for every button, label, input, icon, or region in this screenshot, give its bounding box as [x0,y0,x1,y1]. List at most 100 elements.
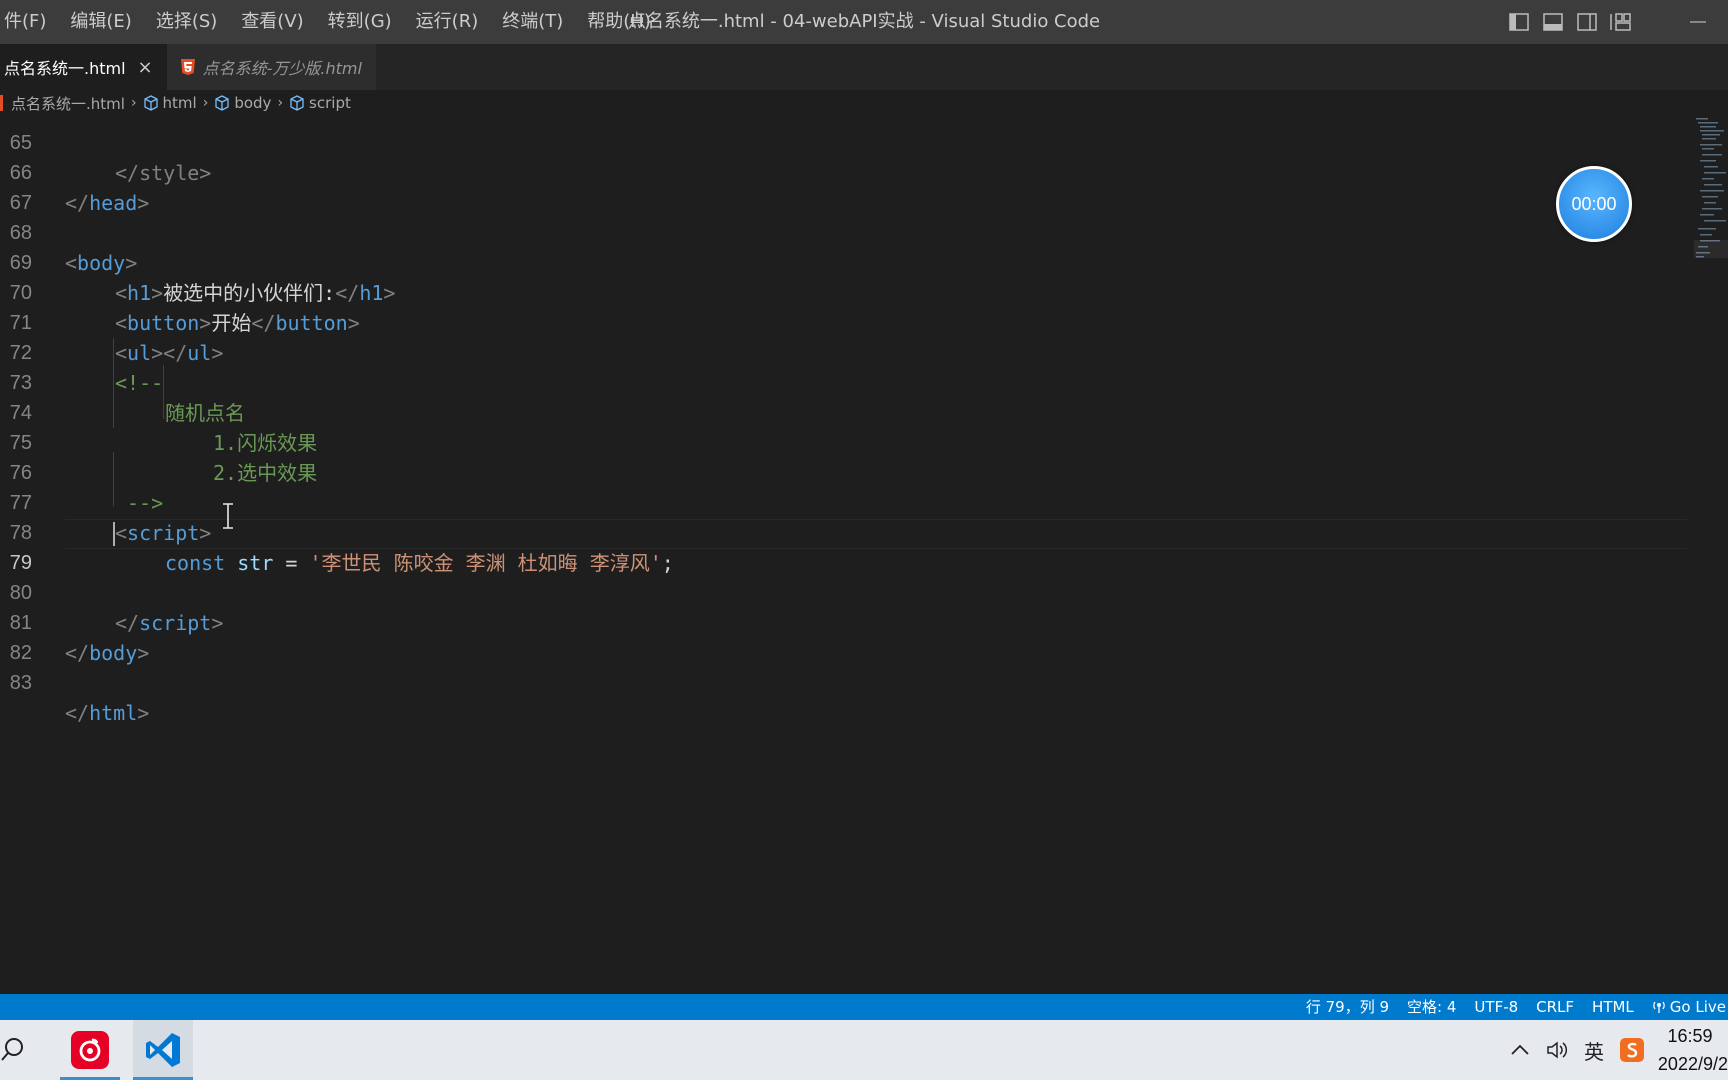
go-live-label: Go Live [1669,998,1726,1016]
comment-text: 2.选中效果 [213,461,318,485]
breadcrumb: 点名系统一.html › html › body › script [0,90,1700,116]
string-literal: '李世民 陈咬金 李渊 杜如晦 李淳风' [309,551,662,575]
recording-timer[interactable]: 00:00 [1556,166,1632,242]
cube-icon [143,95,158,111]
code-line: 69 <h1>被选中的小伙伴们:</h1> [0,218,396,305]
tab-dianming-1[interactable]: 点名系统一.html × [0,44,167,90]
keyword: const [165,551,226,575]
chevron-right-icon: › [277,95,284,111]
operator: = [273,551,310,575]
tag-punct: > [137,191,150,215]
timer-text: 00:00 [1571,193,1617,214]
tab-dianming-wanshao[interactable]: 点名系统-万少版.html [166,44,376,90]
breadcrumb-body[interactable]: body [214,94,271,112]
system-clock[interactable]: 16:59 2022/9/2 [1652,1022,1728,1078]
code-line: 66 </head> [0,128,150,215]
code-line: 73 随机点名 [0,338,245,425]
breadcrumb-html-label: html [162,94,197,112]
tag-name: body [77,251,126,275]
menu-selection[interactable]: 选择(S) [144,0,229,44]
cube-icon [290,95,304,111]
breadcrumb-script-label: script [309,94,351,112]
cursor-position[interactable]: 行 79，列 9 [1297,994,1398,1020]
volume-icon[interactable] [1546,1040,1568,1060]
ibeam-cursor-icon [223,503,233,529]
tag-name: ul [127,341,152,365]
menu-go[interactable]: 转到(G) [316,0,404,44]
code-text: </style> [115,161,212,185]
netease-music-app[interactable] [60,1020,120,1080]
code-line: 80 </script> [0,548,224,635]
minimap[interactable] [1694,116,1728,286]
code-line: 71 <ul></ul> [0,278,224,365]
code-line: 82 [0,608,48,664]
tag-name: script [127,521,200,545]
code-editor[interactable]: 65 </style> 66 </head> 67 68 <body> 69 <… [0,116,1690,994]
go-live-button[interactable]: Go Live [1643,994,1728,1020]
taskbar: 英 16:59 2022/9/2 [0,1020,1728,1080]
code-line: 77 <script> [0,458,212,545]
menu-edit[interactable]: 编辑(E) [58,0,143,44]
tab-bar: 点名系统一.html × 点名系统-万少版.html [0,44,1728,90]
menu-help[interactable]: 帮助(H) [575,0,663,44]
tag-punct: < [65,251,78,275]
toggle-secondary-sidebar-icon[interactable] [1570,0,1604,44]
clock-time: 16:59 [1667,1026,1713,1046]
line-number: 83 [9,672,32,694]
tag-name: h1 [359,281,384,305]
indentation[interactable]: 空格: 4 [1398,994,1465,1020]
sogou-input-icon[interactable] [1620,1038,1644,1062]
semicolon: ; [661,551,674,575]
menu-terminal[interactable]: 终端(T) [490,0,575,44]
text-cursor [113,522,115,546]
code-line: 81 </body> [0,578,150,665]
status-bar: 行 79，列 9 空格: 4 UTF-8 CRLF HTML Go Live [0,994,1728,1020]
title-bar: 件(F) 编辑(E) 选择(S) 查看(V) 转到(G) 运行(R) 终端(T)… [0,0,1728,44]
menu-file[interactable]: 件(F) [0,0,58,44]
netease-music-icon [71,1031,109,1069]
file-icon [0,95,3,111]
menu-bar: 件(F) 编辑(E) 选择(S) 查看(V) 转到(G) 运行(R) 终端(T)… [0,0,663,44]
language-mode[interactable]: HTML [1583,994,1643,1020]
tag-name: script [139,611,212,635]
clock-date: 2022/9/2 [1657,1054,1728,1074]
tag-name: button [127,311,200,335]
code-line: 70 <button>开始</button> [0,248,360,335]
code-line: 67 [0,158,48,214]
encoding[interactable]: UTF-8 [1465,994,1527,1020]
layout-controls [1502,0,1728,44]
html5-icon [180,59,195,75]
line-ending[interactable]: CRLF [1527,994,1583,1020]
ime-indicator[interactable]: 英 [1584,1036,1604,1065]
code-line: 74 1.闪烁效果 [0,368,317,455]
system-tray: 英 16:59 2022/9/2 [1502,1020,1728,1080]
chevron-up-icon[interactable] [1510,1044,1530,1056]
breadcrumb-file[interactable]: 点名系统一.html [11,93,125,114]
toggle-primary-sidebar-icon[interactable] [1502,0,1536,44]
search-icon[interactable] [0,1030,30,1070]
breadcrumb-script[interactable]: script [289,94,351,112]
toggle-panel-icon[interactable] [1536,0,1570,44]
tag-name: ul [187,341,212,365]
customize-layout-icon[interactable] [1604,0,1638,44]
vscode-app[interactable] [133,1020,193,1080]
comment-text: --> [127,491,164,515]
menu-run[interactable]: 运行(R) [404,0,491,44]
tag-punct: > [125,251,138,275]
minimize-icon[interactable] [1668,0,1728,44]
variable-name: str [237,551,274,575]
code-line: 65 </style> [0,116,212,185]
indent-guide [113,338,114,428]
code-line: 83 </html> [0,638,150,725]
chevron-right-icon: › [130,95,137,111]
menu-view[interactable]: 查看(V) [229,0,315,44]
breadcrumb-body-label: body [234,94,272,112]
breadcrumb-html[interactable]: html [143,94,197,112]
tag-name: button [275,311,348,335]
vscode-icon [146,1033,180,1067]
tag-name: html [89,701,138,725]
comment-text: <!-- [115,371,164,395]
chevron-right-icon: › [202,95,209,111]
code-line: 72 <!-- [0,308,163,395]
close-icon[interactable]: × [138,57,153,78]
